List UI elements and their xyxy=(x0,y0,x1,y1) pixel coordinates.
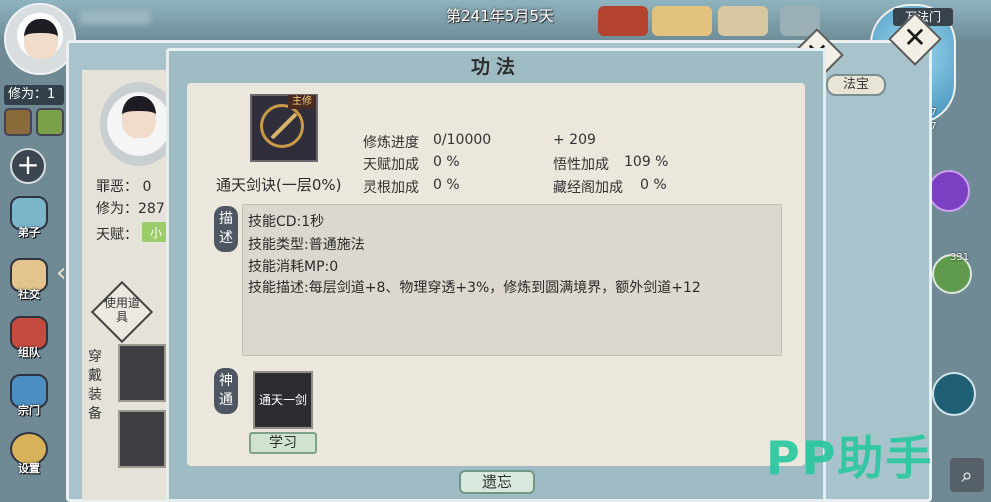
talent-bonus-value: 0 % xyxy=(433,154,460,170)
library-bonus-value: 0 % xyxy=(640,177,667,193)
desc-line-mp: 技能消耗MP:0 xyxy=(248,259,339,275)
gift-icon[interactable] xyxy=(652,6,712,36)
desc-line-effect: 技能描述:每层剑道+8、物理穿透+3%，修炼到圆满境界，额外剑道+12 xyxy=(248,280,701,296)
dialog-title: 功法 xyxy=(470,56,521,78)
shentong-skill-slot[interactable]: 通天一剑 xyxy=(253,371,313,429)
close-icon[interactable]: ✕ xyxy=(896,20,934,58)
root-bonus-value: 0 % xyxy=(433,177,460,193)
progress-value: 0/10000 xyxy=(433,132,492,148)
cultivation-stat: 修为：287 xyxy=(96,201,165,217)
library-bonus-label: 藏经阁加成 xyxy=(553,180,623,196)
menu-team[interactable]: 组队 xyxy=(6,314,52,360)
portrait-face xyxy=(122,96,156,138)
talent-bonus-label: 天赋加成 xyxy=(363,157,419,173)
root-bonus-label: 灵根加成 xyxy=(363,180,419,196)
sword-icon xyxy=(260,104,304,148)
scroll-icon[interactable] xyxy=(718,6,768,36)
desc-line-type: 技能类型:普通施法 xyxy=(248,237,365,253)
menu-disciple[interactable]: 弟子 xyxy=(6,194,52,240)
shentong-tab: 神通 xyxy=(214,368,238,414)
equip-section-title: 穿戴装备 xyxy=(88,349,102,422)
insight-bonus-value: 109 % xyxy=(624,154,669,170)
right-count: 331 xyxy=(950,252,970,263)
left-arrow-icon[interactable]: ‹ xyxy=(56,258,66,288)
talent-stat: 天赋： xyxy=(96,227,138,243)
menu-settings[interactable]: 设置 xyxy=(6,430,52,476)
avatar-face xyxy=(24,19,58,59)
spirit-orb-icon[interactable] xyxy=(928,170,970,212)
player-name-blurred xyxy=(80,10,150,24)
progress-gain: + 209 xyxy=(553,132,596,148)
main-cultivation-badge: 主修 xyxy=(288,95,316,109)
quick-item-slot[interactable] xyxy=(4,108,32,136)
menu-settings-label: 设置 xyxy=(18,462,40,475)
pp-assistant-watermark: PP助手 xyxy=(766,431,934,485)
learn-button[interactable]: 学习 xyxy=(249,432,317,454)
zoom-icon[interactable]: ⌕ xyxy=(950,458,984,492)
use-item-label: 使用道具 xyxy=(103,296,140,324)
progress-label: 修炼进度 xyxy=(363,135,419,151)
description-tab: 描述 xyxy=(214,206,238,252)
menu-social[interactable]: 社交 xyxy=(6,256,52,302)
equip-slot-armor[interactable] xyxy=(118,344,166,402)
quick-item-slot[interactable] xyxy=(36,108,64,136)
menu-disciple-label: 弟子 xyxy=(18,226,40,239)
menu-sect[interactable]: 宗门 xyxy=(6,372,52,418)
menu-team-label: 组队 xyxy=(18,346,40,359)
equip-slot-belt[interactable] xyxy=(118,410,166,468)
add-button[interactable]: + xyxy=(10,148,46,184)
desc-line-cd: 技能CD:1秒 xyxy=(248,214,325,230)
skill-orb-icon[interactable] xyxy=(932,372,976,416)
player-cultivation-tag: 修为：1 xyxy=(4,85,64,105)
insight-bonus-label: 悟性加成 xyxy=(553,157,609,173)
forget-button[interactable]: 遗忘 xyxy=(459,470,535,494)
game-date: 第241年5月5天 xyxy=(446,7,554,25)
menu-sect-label: 宗门 xyxy=(18,404,40,417)
treasure-chest-icon[interactable] xyxy=(598,6,648,36)
skill-name: 通天剑诀(一层0%) xyxy=(216,176,342,194)
crime-stat: 罪恶： 0 xyxy=(96,179,152,195)
tab-fabao[interactable]: 法宝 xyxy=(826,74,886,96)
menu-social-label: 社交 xyxy=(18,288,40,301)
